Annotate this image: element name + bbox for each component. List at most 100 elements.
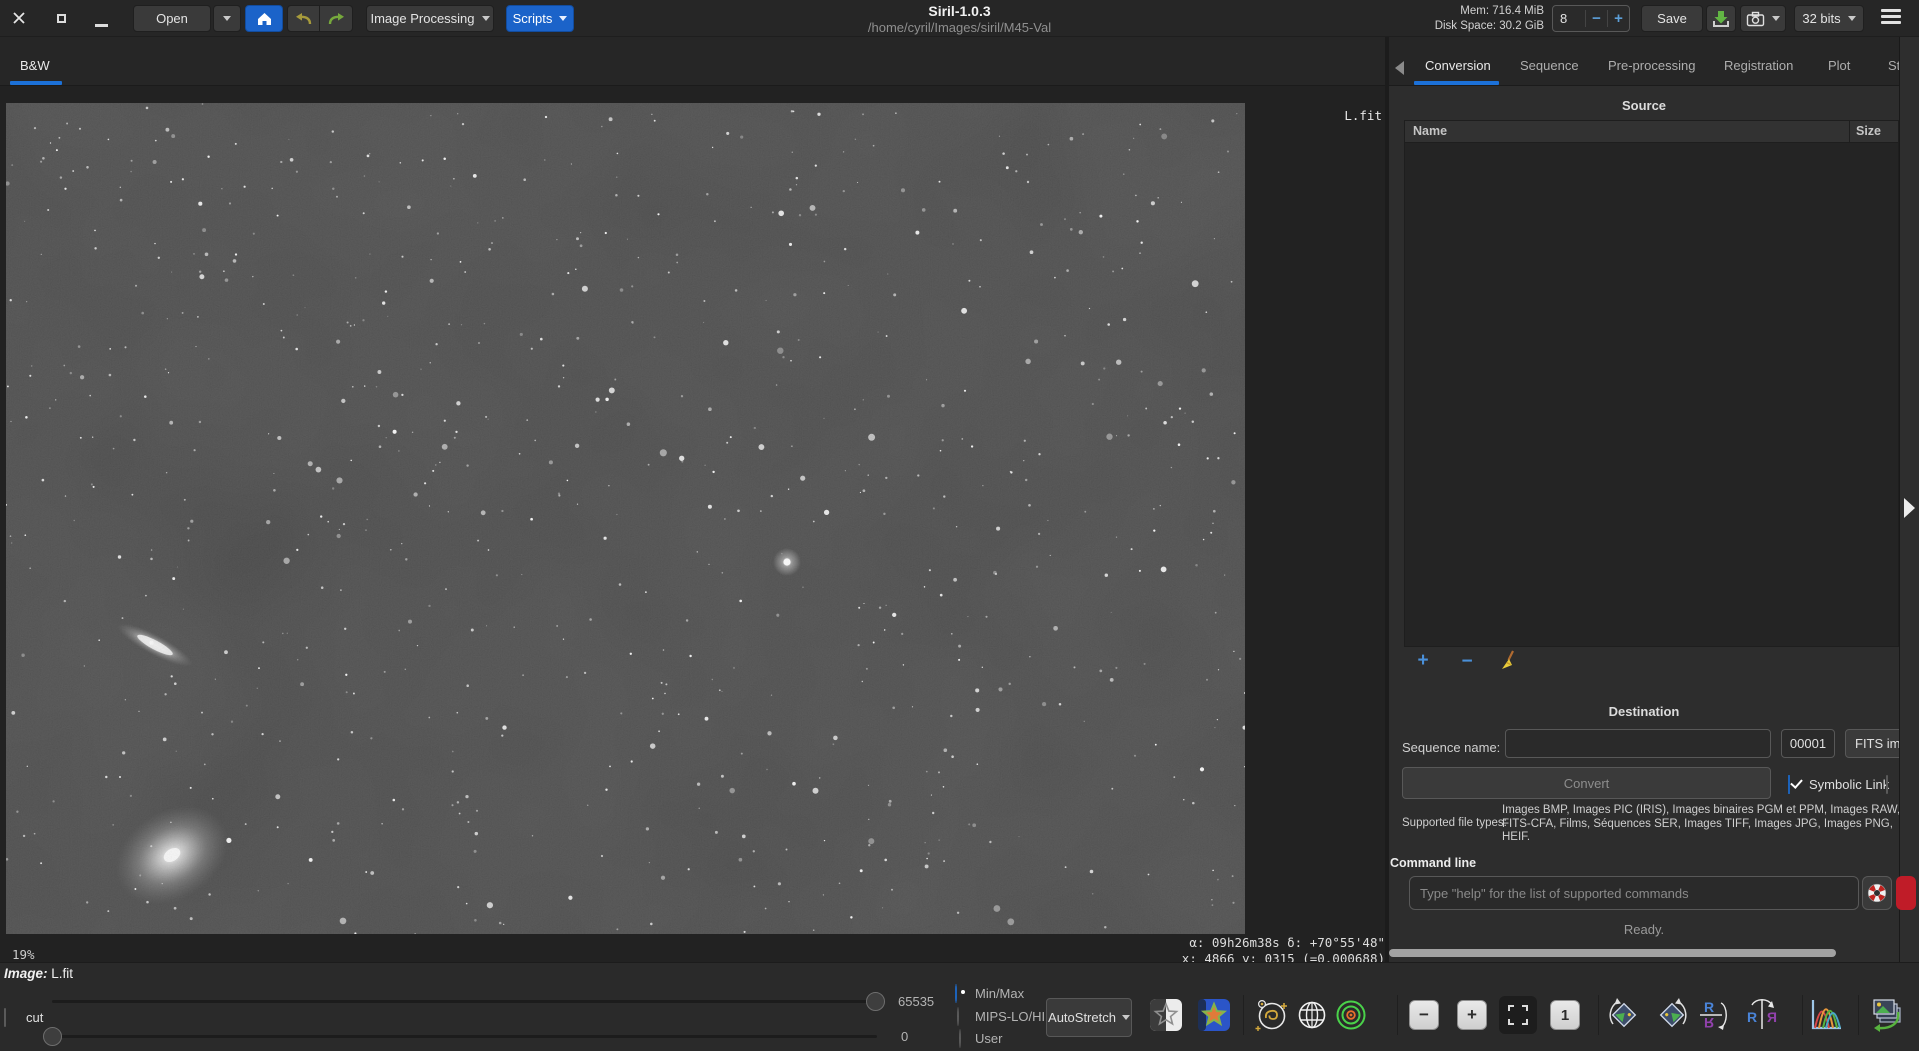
sequence-name-input[interactable] xyxy=(1505,729,1771,758)
stretch-mode-dropdown[interactable]: AutoStretch xyxy=(1046,998,1132,1037)
expand-panel-handle[interactable] xyxy=(1904,498,1915,518)
right-panel: Source Name Size + − Destination Sequenc… xyxy=(1389,86,1919,962)
camera-icon xyxy=(1746,11,1765,27)
tab-sequence[interactable]: Sequence xyxy=(1520,58,1579,73)
image-canvas[interactable] xyxy=(6,103,1245,934)
svg-text:R: R xyxy=(1767,1009,1777,1025)
user-radio[interactable] xyxy=(959,1029,961,1048)
high-slider-handle[interactable] xyxy=(866,992,885,1011)
threads-plus-button[interactable]: + xyxy=(1607,10,1629,27)
threads-minus-button[interactable]: − xyxy=(1585,10,1607,27)
save-as-icon xyxy=(1711,9,1731,29)
sequence-frames-button[interactable] xyxy=(1866,996,1904,1034)
zoom-out-button[interactable]: − xyxy=(1409,1000,1439,1030)
maximize-icon[interactable] xyxy=(57,14,66,23)
close-icon[interactable] xyxy=(12,11,26,30)
fit-to-window-button[interactable] xyxy=(1499,996,1537,1034)
convert-button[interactable]: Convert xyxy=(1402,767,1771,799)
svg-text:R: R xyxy=(1704,999,1714,1015)
mips-label: MIPS-LO/HI xyxy=(975,1009,1045,1024)
zoom-in-button[interactable]: + xyxy=(1457,1000,1487,1030)
low-slider-handle[interactable] xyxy=(43,1027,62,1046)
resource-info: Mem: 716.4 MiB Disk Space: 30.2 GiB xyxy=(1435,4,1544,34)
loaded-file-overlay: L.fit xyxy=(1336,108,1382,123)
hamburger-menu[interactable] xyxy=(1881,9,1901,24)
save-button-label: Save xyxy=(1657,11,1687,26)
astrometry-button[interactable] xyxy=(1253,996,1291,1034)
flip-vertical-button[interactable]: R R xyxy=(1695,996,1733,1034)
window-title: Siril-1.0.3 xyxy=(868,3,1051,20)
bit-depth-dropdown[interactable]: 32 bits xyxy=(1794,5,1864,32)
command-line-input[interactable] xyxy=(1409,876,1859,910)
tab-bw[interactable]: B&W xyxy=(20,58,50,73)
command-line-title: Command line xyxy=(1390,856,1476,870)
false-color-button[interactable] xyxy=(1195,996,1233,1034)
mips-radio[interactable] xyxy=(957,1007,959,1026)
redo-button[interactable] xyxy=(320,5,353,32)
high-slider-track[interactable] xyxy=(52,1000,877,1003)
low-slider-track[interactable] xyxy=(52,1035,877,1038)
open-recent-dropdown[interactable] xyxy=(213,5,241,32)
starfield-image xyxy=(6,103,1245,934)
remove-files-button[interactable]: − xyxy=(1457,651,1477,673)
open-button[interactable]: Open xyxy=(133,5,211,32)
tab-pre-processing[interactable]: Pre-processing xyxy=(1608,58,1695,73)
cut-checkbox[interactable] xyxy=(4,1008,6,1027)
image-processing-menu[interactable]: Image Processing xyxy=(366,5,494,32)
tab-plot[interactable]: Plot xyxy=(1828,58,1850,73)
tab-registration[interactable]: Registration xyxy=(1724,58,1793,73)
zoom-one-button[interactable]: 1 xyxy=(1550,1000,1580,1030)
save-button[interactable]: Save xyxy=(1641,5,1703,32)
tabs-scroll-left-icon[interactable] xyxy=(1395,61,1404,75)
flip-horizontal-icon: R R xyxy=(1744,997,1780,1033)
target-icon xyxy=(1333,997,1369,1033)
threads-value[interactable]: 8 xyxy=(1553,11,1585,26)
annotations-button[interactable] xyxy=(1293,996,1331,1034)
flip-horizontal-button[interactable]: R R xyxy=(1743,996,1781,1034)
threads-spinbox[interactable]: 8 − + xyxy=(1552,5,1630,32)
notebook-tabs-row: B&W Conversion Sequence Pre-processing R… xyxy=(0,37,1919,86)
tab-conversion[interactable]: Conversion xyxy=(1425,58,1491,73)
add-files-button[interactable]: + xyxy=(1413,650,1433,672)
save-as-button[interactable] xyxy=(1706,5,1736,32)
supported-types-label: Supported file types: xyxy=(1402,817,1507,829)
histogram-button[interactable] xyxy=(1807,996,1845,1034)
radec-readout: α: 09h26m38s δ: +70°55'48" xyxy=(1050,935,1385,951)
tab-conversion-underline xyxy=(1414,81,1499,85)
home-button[interactable] xyxy=(245,5,283,32)
open-button-label: Open xyxy=(156,11,188,26)
broom-icon xyxy=(1499,650,1519,672)
scripts-menu[interactable]: Scripts xyxy=(506,5,574,32)
stop-button[interactable] xyxy=(1896,876,1916,910)
svg-text:R: R xyxy=(1704,1015,1714,1031)
minmax-radio[interactable] xyxy=(955,984,957,1003)
flip-vertical-icon: R R xyxy=(1698,997,1730,1033)
disk-space: Disk Space: 30.2 GiB xyxy=(1435,19,1544,34)
rotate-right-icon xyxy=(1653,996,1691,1034)
help-button[interactable] xyxy=(1862,876,1892,910)
undo-button[interactable] xyxy=(287,5,320,32)
column-header-size[interactable]: Size xyxy=(1850,121,1898,142)
snapshot-button[interactable] xyxy=(1740,5,1786,32)
bit-depth-label: 32 bits xyxy=(1802,11,1840,26)
siril-window: Open Image Processing Scripts Siril-1.0.… xyxy=(0,0,1919,1051)
photometry-button[interactable] xyxy=(1332,996,1370,1034)
undo-icon xyxy=(294,12,313,26)
negative-view-button[interactable] xyxy=(1147,996,1185,1034)
redo-icon xyxy=(327,12,346,26)
symbolic-link-checkbox[interactable] xyxy=(1788,775,1790,794)
source-file-list[interactable]: Name Size xyxy=(1404,120,1899,647)
lifebuoy-icon xyxy=(1867,883,1887,903)
column-header-name[interactable]: Name xyxy=(1405,121,1850,142)
second-checkbox[interactable] xyxy=(1886,775,1888,794)
clear-list-button[interactable] xyxy=(1499,650,1519,677)
home-icon xyxy=(256,11,273,26)
rotate-right-button[interactable] xyxy=(1653,996,1691,1034)
minimize-icon[interactable] xyxy=(95,24,108,27)
svg-text:R: R xyxy=(1747,1009,1757,1025)
rotate-left-button[interactable] xyxy=(1605,996,1643,1034)
fit-to-window-icon xyxy=(1507,1004,1529,1026)
panel-hscrollbar[interactable] xyxy=(1389,948,1899,958)
status-label: Ready. xyxy=(1389,922,1899,937)
start-index-input[interactable]: 00001 xyxy=(1781,729,1835,758)
